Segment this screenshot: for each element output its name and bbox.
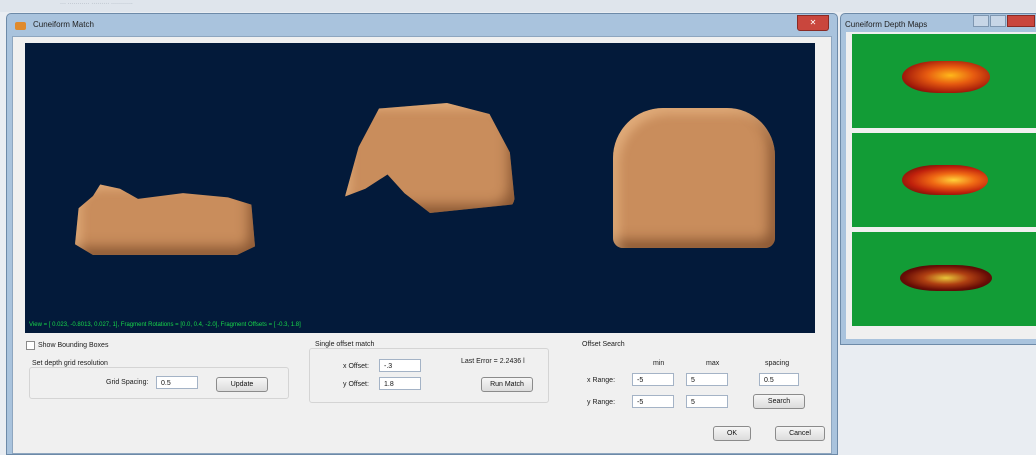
x-offset-input[interactable]: -.3 bbox=[379, 359, 421, 372]
update-button[interactable]: Update bbox=[216, 377, 268, 392]
x-range-label: x Range: bbox=[587, 377, 616, 384]
view-readout: View = [ 0.023, -0.8013, 0.027, 1], Frag… bbox=[29, 322, 301, 328]
close-button[interactable]: ✕ bbox=[797, 15, 829, 31]
y-range-label: y Range: bbox=[587, 399, 616, 406]
depth-window-title: Cuneiform Depth Maps bbox=[845, 20, 928, 29]
y-range-max-input[interactable]: 5 bbox=[686, 395, 728, 408]
offset-search-section-label: Offset Search bbox=[582, 341, 625, 348]
depth-blob-3 bbox=[900, 265, 992, 291]
depth-blob-2 bbox=[902, 165, 988, 195]
3d-viewport[interactable]: View = [ 0.023, -0.8013, 0.027, 1], Frag… bbox=[25, 43, 815, 333]
y-offset-label: y Offset: bbox=[343, 381, 369, 388]
show-bounding-boxes-checkbox[interactable] bbox=[26, 341, 35, 350]
window-title: Cuneiform Match bbox=[33, 20, 94, 29]
single-offset-section-label: Single offset match bbox=[315, 341, 375, 348]
y-range-min-input[interactable]: -5 bbox=[632, 395, 674, 408]
depth-map-3 bbox=[852, 232, 1036, 326]
maximize-button[interactable] bbox=[990, 15, 1006, 27]
fragment-middle bbox=[345, 103, 515, 213]
app-icon bbox=[15, 22, 26, 30]
show-bounding-boxes-label: Show Bounding Boxes bbox=[38, 342, 109, 349]
x-offset-label: x Offset: bbox=[343, 363, 369, 370]
fragment-left bbox=[75, 184, 255, 255]
ok-button[interactable]: OK bbox=[713, 426, 751, 441]
depth-map-2 bbox=[852, 133, 1036, 227]
spacing-column-label: spacing bbox=[765, 360, 790, 367]
max-column-label: max bbox=[706, 360, 720, 367]
depth-maps-area bbox=[846, 32, 1036, 339]
depth-maps-window: Cuneiform Depth Maps bbox=[840, 13, 1036, 345]
depth-grid-section-label: Set depth grid resolution bbox=[32, 360, 108, 367]
min-column-label: min bbox=[653, 360, 665, 367]
grid-spacing-label: Grid Spacing: bbox=[106, 379, 149, 386]
cancel-button[interactable]: Cancel bbox=[775, 426, 825, 441]
x-range-max-input[interactable]: 5 bbox=[686, 373, 728, 386]
background-window-strip: ··· ··········· ········· ··········· bbox=[0, 0, 1036, 12]
spacing-input[interactable]: 0.5 bbox=[759, 373, 799, 386]
dialog-client-area: View = [ 0.023, -0.8013, 0.027, 1], Frag… bbox=[12, 36, 832, 454]
x-range-min-input[interactable]: -5 bbox=[632, 373, 674, 386]
search-button[interactable]: Search bbox=[753, 394, 805, 409]
minimize-button[interactable] bbox=[973, 15, 989, 27]
depth-blob-1 bbox=[902, 61, 990, 93]
cuneiform-match-window: Cuneiform Match ✕ View = [ 0.023, -0.801… bbox=[6, 13, 838, 455]
last-error-text: Last Error = 2.2436 l bbox=[461, 358, 525, 365]
run-match-button[interactable]: Run Match bbox=[481, 377, 533, 392]
single-offset-group bbox=[309, 348, 549, 403]
y-offset-input[interactable]: 1.8 bbox=[379, 377, 421, 390]
grid-spacing-input[interactable]: 0.5 bbox=[156, 376, 198, 389]
background-window-title: ··· ··········· ········· ··········· bbox=[60, 1, 133, 7]
depth-map-1 bbox=[852, 34, 1036, 128]
titlebar: Cuneiform Match ✕ bbox=[7, 14, 837, 36]
depth-close-button[interactable] bbox=[1007, 15, 1035, 27]
fragment-joined bbox=[613, 108, 775, 248]
